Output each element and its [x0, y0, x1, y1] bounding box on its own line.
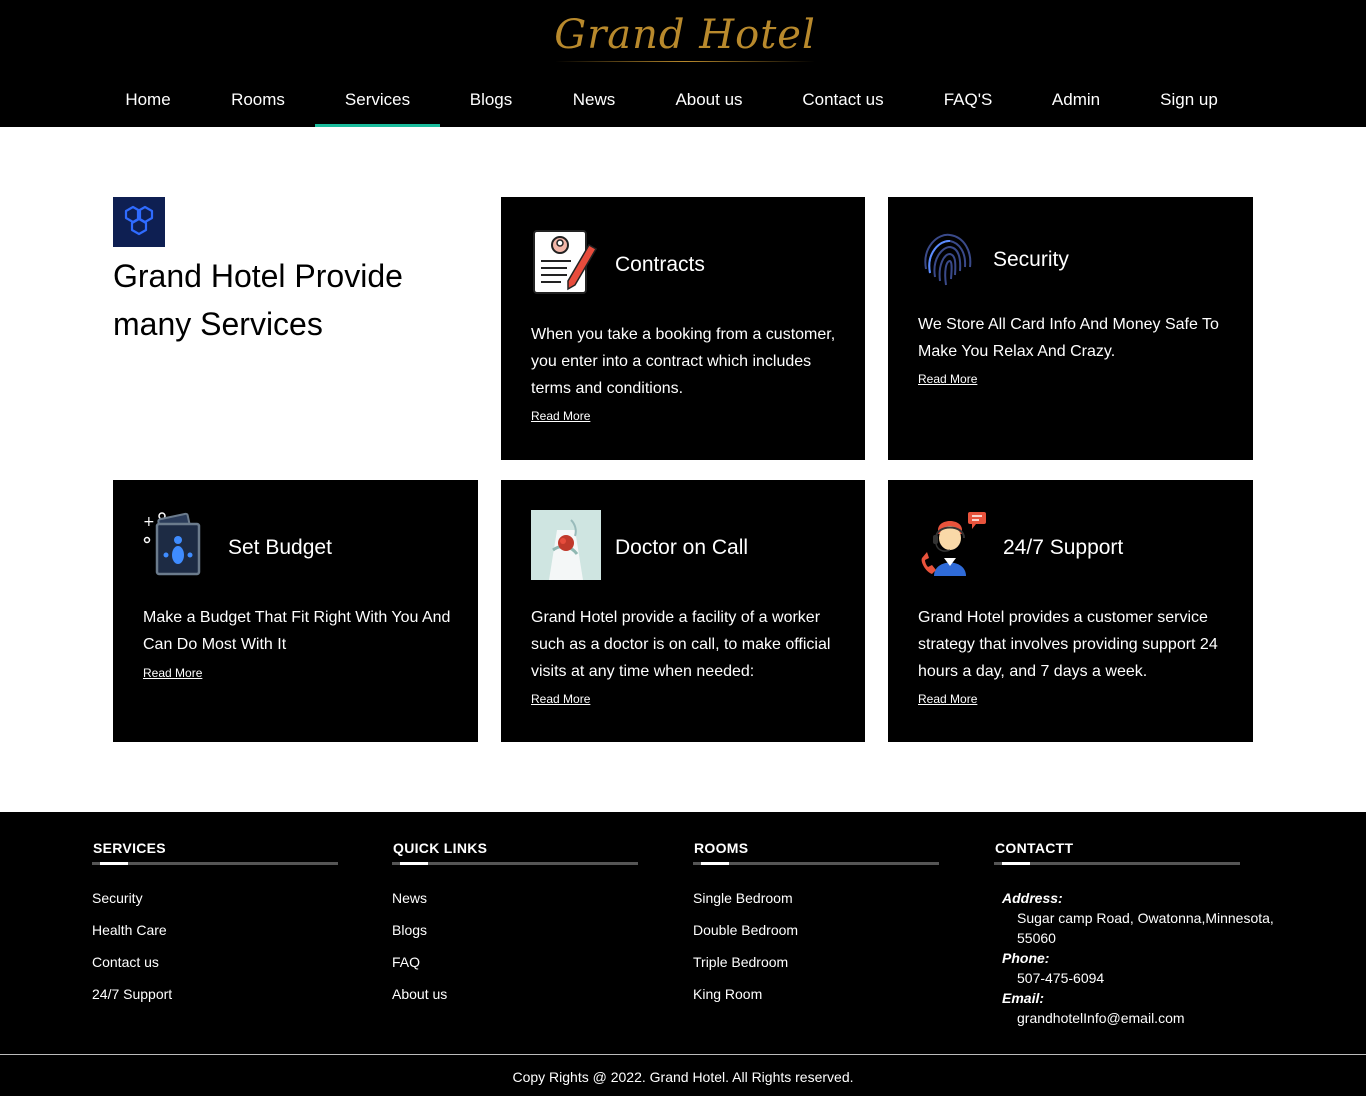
read-more-link[interactable]: Read More: [531, 692, 590, 706]
card-description: Grand Hotel provide a facility of a work…: [531, 609, 831, 680]
card-title: Set Budget: [228, 536, 332, 559]
heading-underline: [994, 862, 1240, 865]
nav-blogs[interactable]: Blogs: [455, 72, 527, 127]
card-description: When you take a booking from a customer,…: [531, 326, 836, 397]
card-title: Doctor on Call: [615, 536, 749, 559]
read-more-link[interactable]: Read More: [531, 409, 590, 423]
footer-link-king-room[interactable]: King Room: [693, 986, 762, 1002]
footer-link-triple-bedroom[interactable]: Triple Bedroom: [693, 954, 788, 970]
nav-faqs[interactable]: FAQ'S: [930, 72, 1006, 127]
card-description: Make a Budget That Fit Right With You An…: [143, 609, 451, 653]
nav-home[interactable]: Home: [113, 72, 183, 127]
footer-link-blogs[interactable]: Blogs: [392, 922, 427, 938]
copyright-text: Copy Rights @ 2022. Grand Hotel. All Rig…: [512, 1069, 854, 1085]
logo[interactable]: Grand Hotel: [545, 8, 825, 66]
footer-link-support[interactable]: 24/7 Support: [92, 986, 172, 1002]
address-label: Address:: [1002, 890, 1063, 906]
site-header: Grand Hotel Home Rooms Services Blogs Ne…: [0, 0, 1366, 127]
nav-about-us[interactable]: About us: [663, 72, 755, 127]
cubes-icon: [113, 197, 165, 247]
nav-rooms[interactable]: Rooms: [218, 72, 298, 127]
logo-text: Grand Hotel: [554, 12, 816, 58]
heading-underline: [92, 862, 338, 865]
svg-text:+: +: [143, 514, 155, 530]
footer-heading: SERVICES: [93, 840, 166, 856]
footer-divider: [0, 1054, 1366, 1055]
footer-heading: ROOMS: [694, 840, 749, 856]
phone-value: 507-475-6094: [1017, 970, 1105, 986]
nav-news[interactable]: News: [560, 72, 628, 127]
nav-sign-up[interactable]: Sign up: [1148, 72, 1230, 127]
service-card-24-7-support: 24/7 Support Grand Hotel provides a cust…: [888, 480, 1253, 742]
main-nav: Home Rooms Services Blogs News About us …: [0, 72, 1366, 127]
site-footer: SERVICES Security Health Care Contact us…: [0, 812, 1366, 1096]
contract-icon: [531, 229, 601, 295]
footer-link-news[interactable]: News: [392, 890, 427, 906]
heading-underline: [392, 862, 638, 865]
footer-link-about-us[interactable]: About us: [392, 986, 447, 1002]
read-more-link[interactable]: Read More: [918, 692, 977, 706]
footer-heading: CONTACTT: [995, 840, 1074, 856]
email-value: grandhotelInfo@email.com: [1017, 1010, 1185, 1026]
logo-underline: [555, 61, 815, 62]
address-line-1: Sugar camp Road, Owatonna,Minnesota,: [1017, 910, 1274, 926]
service-card-set-budget: + Set Budget Make a Budget That Fit Righ…: [113, 480, 478, 742]
heading-underline: [693, 862, 939, 865]
page-title: Grand Hotel Provide many Services: [113, 258, 403, 342]
read-more-link[interactable]: Read More: [918, 372, 977, 386]
fingerprint-icon: [918, 227, 978, 289]
nav-services[interactable]: Services: [315, 72, 440, 127]
read-more-link[interactable]: Read More: [143, 666, 202, 680]
footer-link-security[interactable]: Security: [92, 890, 143, 906]
doctor-photo: [531, 510, 601, 580]
footer-link-faq[interactable]: FAQ: [392, 954, 420, 970]
footer-heading: QUICK LINKS: [393, 840, 488, 856]
card-title: Security: [993, 248, 1069, 271]
nav-admin[interactable]: Admin: [1040, 72, 1112, 127]
card-title: 24/7 Support: [1003, 536, 1124, 559]
support-agent-icon: [918, 510, 990, 580]
service-card-doctor-on-call: Doctor on Call Grand Hotel provide a fac…: [501, 480, 865, 742]
address-line-2: 55060: [1017, 930, 1056, 946]
service-card-contracts: Contracts When you take a booking from a…: [501, 197, 865, 460]
footer-link-health-care[interactable]: Health Care: [92, 922, 167, 938]
money-icon: +: [141, 510, 203, 578]
phone-label: Phone:: [1002, 950, 1050, 966]
email-label: Email:: [1002, 990, 1045, 1006]
nav-contact-us[interactable]: Contact us: [790, 72, 896, 127]
card-title: Contracts: [615, 253, 705, 276]
footer-link-contact-us[interactable]: Contact us: [92, 954, 159, 970]
card-description: We Store All Card Info And Money Safe To…: [918, 316, 1219, 360]
service-card-security: Security We Store All Card Info And Mone…: [888, 197, 1253, 460]
footer-link-single-bedroom[interactable]: Single Bedroom: [693, 890, 793, 906]
footer-link-double-bedroom[interactable]: Double Bedroom: [693, 922, 798, 938]
card-description: Grand Hotel provides a customer service …: [918, 609, 1218, 680]
